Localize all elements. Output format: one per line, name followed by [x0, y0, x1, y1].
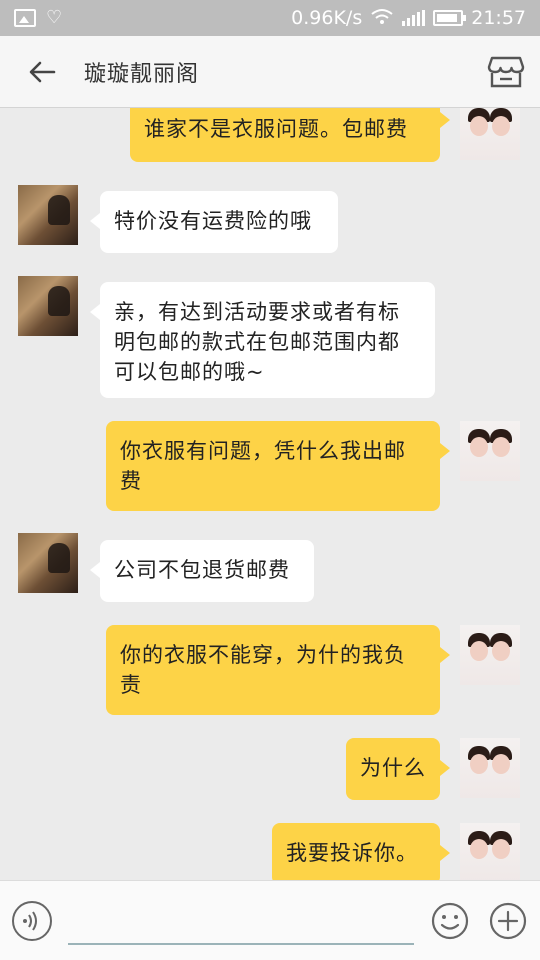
message-text: 公司不包退货邮费: [114, 558, 290, 582]
message-input[interactable]: [68, 897, 414, 945]
message-bubble[interactable]: 为什么: [346, 738, 450, 800]
message-left: 亲，有达到活动要求或者有标明包邮的款式在包邮范围内都可以包邮的哦~: [0, 276, 540, 401]
chat-header: 璇璇靓丽阁: [0, 36, 540, 108]
wifi-icon: [370, 7, 394, 30]
back-button[interactable]: [12, 36, 72, 108]
message-text: 特价没有运费险的哦: [114, 209, 312, 233]
input-bar: [0, 880, 540, 960]
avatar[interactable]: [460, 823, 520, 880]
net-speed: 0.96K/s: [291, 7, 363, 29]
message-right: 为什么: [0, 738, 540, 802]
message-text: 谁家不是衣服问题。包邮费: [144, 117, 408, 141]
status-right: 0.96K/s 21:57: [291, 7, 526, 30]
avatar[interactable]: [460, 625, 520, 685]
avatar[interactable]: [460, 108, 520, 160]
message-text: 你的衣服不能穿，为什的我负责: [120, 643, 406, 697]
message-text: 为什么: [360, 756, 426, 780]
message-bubble[interactable]: 你的衣服不能穿，为什的我负责: [106, 625, 450, 715]
avatar[interactable]: [460, 738, 520, 798]
heart-icon: ♡: [46, 7, 63, 28]
avatar[interactable]: [18, 276, 78, 336]
voice-button[interactable]: [12, 901, 52, 941]
message-bubble[interactable]: 你衣服有问题，凭什么我出邮费: [106, 421, 450, 511]
message-left: 特价没有运费险的哦: [0, 185, 540, 255]
message-text: 我要投诉你。: [286, 841, 418, 865]
message-bubble[interactable]: 谁家不是衣服问题。包邮费: [130, 108, 450, 162]
clock: 21:57: [471, 7, 526, 29]
emoji-button[interactable]: [430, 901, 470, 941]
store-button[interactable]: [486, 52, 526, 92]
signal-icon: [402, 10, 426, 26]
avatar[interactable]: [460, 421, 520, 481]
message-bubble[interactable]: 我要投诉你。: [272, 823, 450, 880]
image-icon: [14, 9, 36, 27]
message-text: 亲，有达到活动要求或者有标明包邮的款式在包邮范围内都可以包邮的哦~: [114, 300, 400, 384]
smiley-icon: [431, 902, 469, 940]
avatar[interactable]: [18, 533, 78, 593]
message-bubble[interactable]: 亲，有达到活动要求或者有标明包邮的款式在包邮范围内都可以包邮的哦~: [90, 282, 435, 398]
message-right: 你衣服有问题，凭什么我出邮费: [0, 421, 540, 513]
chat-list[interactable]: 谁家不是衣服问题。包邮费 特价没有运费险的哦 亲，有达到活动要求或者有标明包邮的…: [0, 108, 540, 880]
status-left: ♡: [14, 9, 62, 27]
message-text: 你衣服有问题，凭什么我出邮费: [120, 439, 406, 493]
voice-icon: [23, 911, 37, 931]
message-bubble[interactable]: 特价没有运费险的哦: [90, 191, 338, 253]
avatar[interactable]: [18, 185, 78, 245]
message-bubble[interactable]: 公司不包退货邮费: [90, 540, 314, 602]
more-button[interactable]: [488, 901, 528, 941]
page-title: 璇璇靓丽阁: [84, 61, 200, 87]
message-right: 你的衣服不能穿，为什的我负责: [0, 625, 540, 717]
message-right: 谁家不是衣服问题。包邮费: [0, 108, 540, 180]
battery-icon: [433, 10, 467, 26]
message-right: 我要投诉你。: [0, 823, 540, 880]
status-bar: ♡ 0.96K/s 21:57: [0, 0, 540, 36]
message-left: 公司不包退货邮费: [0, 533, 540, 603]
plus-icon: [489, 902, 527, 940]
arrow-left-icon: [29, 61, 56, 82]
store-icon: [487, 56, 525, 88]
